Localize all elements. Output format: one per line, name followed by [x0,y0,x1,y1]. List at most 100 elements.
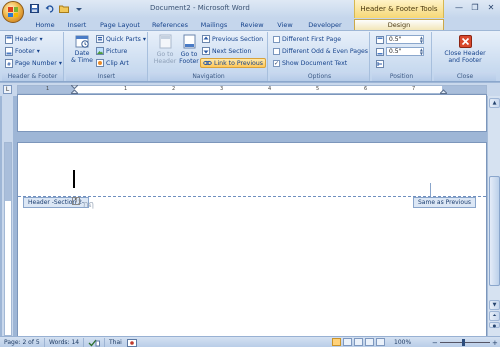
page-1[interactable] [17,94,487,132]
tab-page-layout[interactable]: Page Layout [96,19,144,30]
insert-alignment-tab-button[interactable] [376,59,384,68]
close-window-button[interactable]: ✕ [483,1,499,13]
group-options: Different First Page Different Odd & Eve… [270,32,370,81]
zoom-slider-track[interactable] [440,342,490,343]
different-first-page-checkbox[interactable] [273,35,280,43]
indent-marker-icon[interactable] [71,85,78,94]
go-to-header-label-1: Go to [156,51,174,58]
previous-section-icon [202,35,210,43]
ruler-number: 7 [412,86,416,92]
header-button[interactable]: Header ▾ [5,34,43,44]
next-section-button[interactable]: Next Section [202,46,251,56]
different-odd-even-checkbox[interactable] [273,47,280,55]
vertical-scrollbar[interactable]: ▲ ▼ ⏶ ● [487,96,500,336]
link-to-previous-button[interactable]: Link to Previous [200,58,266,68]
group-label-header-footer: Header & Footer [2,72,63,81]
group-label-insert: Insert [66,72,147,81]
proofing-icon[interactable] [88,338,100,347]
ruler-number: 1 [46,86,50,92]
draft-view-icon[interactable] [376,338,385,346]
next-section-label: Next Section [212,47,252,55]
header-text[interactable]: กฤ [83,197,94,211]
maximize-button[interactable]: ❐ [467,1,483,13]
footer-from-bottom-spinner[interactable]: 0.5" ▲ ▼ [376,47,424,56]
page-2[interactable]: Header -Section 2- ¶ กฤ Same as Previous [17,142,487,338]
next-section-icon [202,47,210,55]
tab-mailings[interactable]: Mailings [196,19,232,30]
minimize-button[interactable]: — [451,1,467,13]
scrollbar-thumb[interactable] [489,176,500,286]
title-bar: Document2 - Microsoft Word Header & Foot… [0,0,500,23]
show-document-text-option[interactable]: ✓ Show Document Text [273,58,347,68]
spinner-arrows-icon[interactable]: ▲ ▼ [420,47,423,56]
different-odd-even-option[interactable]: Different Odd & Even Pages [273,46,368,56]
office-button[interactable] [2,1,24,23]
show-document-text-checkbox[interactable]: ✓ [273,59,280,67]
vertical-ruler-margin [5,143,11,201]
status-separator [44,338,45,347]
footer-from-bottom-value: 0.5" [389,48,402,55]
close-header-footer-label-2: and Footer [448,57,482,64]
footer-button[interactable]: Footer ▾ [5,46,40,56]
ruler-right-margin [442,86,486,93]
calendar-icon [75,35,89,48]
group-header-footer: Header ▾ Footer ▾ # Page Number ▾ Header & … [2,32,64,81]
group-label-options: Options [270,72,369,81]
ribbon: Header ▾ Footer ▾ # Page Number ▾ Header & … [0,30,500,82]
scroll-up-icon[interactable]: ▲ [489,98,500,108]
macro-recording-icon[interactable] [127,338,137,347]
web-layout-view-icon[interactable] [354,338,363,346]
page-count[interactable]: Page: 2 of 5 [4,338,40,347]
quick-parts-icon [96,35,104,43]
select-browse-object-icon[interactable]: ● [489,322,500,328]
text-cursor [73,170,75,188]
different-first-page-option[interactable]: Different First Page [273,34,341,44]
ruler-number: 3 [220,86,224,92]
tab-developer[interactable]: Developer [303,19,347,30]
vertical-ruler[interactable] [2,96,13,336]
zoom-in-icon[interactable]: + [492,338,498,347]
date-time-label-2: & Time [71,57,93,64]
date-time-button[interactable]: Date & Time [69,34,95,64]
scroll-down-icon[interactable]: ▼ [489,300,500,310]
dropdown-arrow-icon: ▾ [58,59,62,67]
save-icon[interactable] [28,3,40,14]
tab-insert[interactable]: Insert [62,19,92,30]
close-header-footer-button[interactable]: Close Header and Footer [436,35,494,64]
previous-page-icon[interactable]: ⏶ [489,311,500,321]
horizontal-ruler[interactable]: 1 1 2 3 4 5 6 7 [17,85,487,94]
customize-toolbar-icon[interactable] [73,3,85,14]
quick-parts-button[interactable]: Quick Parts ▾ [96,34,146,44]
tab-design[interactable]: Design [354,19,444,30]
clip-art-button[interactable]: Clip Art [96,58,129,68]
picture-button[interactable]: Picture [96,46,127,56]
word-count[interactable]: Words: 14 [49,338,79,347]
tab-home[interactable]: Home [30,19,60,30]
header-from-top-spinner[interactable]: 0.5" ▲ ▼ [376,35,424,44]
footer-icon [5,46,13,56]
group-insert: Date & Time Quick Parts ▾ Picture Clip Ar… [66,32,148,81]
ruler-number: 4 [268,86,272,92]
tab-selector-button[interactable]: L [3,85,12,94]
open-folder-icon[interactable] [58,3,70,14]
spinner-arrows-icon[interactable]: ▲ ▼ [420,35,423,44]
close-header-footer-icon [458,35,472,48]
go-to-header-button[interactable]: Go to Header [153,34,177,65]
print-layout-view-icon[interactable] [332,338,341,346]
previous-section-button[interactable]: Previous Section [202,34,263,44]
footer-position-icon [376,47,384,56]
zoom-level[interactable]: 100% [394,338,411,347]
tab-review[interactable]: Review [236,19,268,30]
zoom-slider-thumb[interactable] [462,339,465,346]
page-number-button[interactable]: # Page Number ▾ [5,58,62,68]
undo-icon[interactable] [43,3,55,14]
ruler-number: 2 [172,86,176,92]
office-logo-icon [8,7,18,17]
outline-view-icon[interactable] [365,338,374,346]
language-indicator[interactable]: Thai [109,338,122,347]
tab-view[interactable]: View [272,19,298,30]
go-to-footer-button[interactable]: Go to Footer [178,34,200,65]
zoom-out-icon[interactable]: − [432,338,438,347]
tab-references[interactable]: References [148,19,192,30]
full-screen-reading-view-icon[interactable] [343,338,352,346]
